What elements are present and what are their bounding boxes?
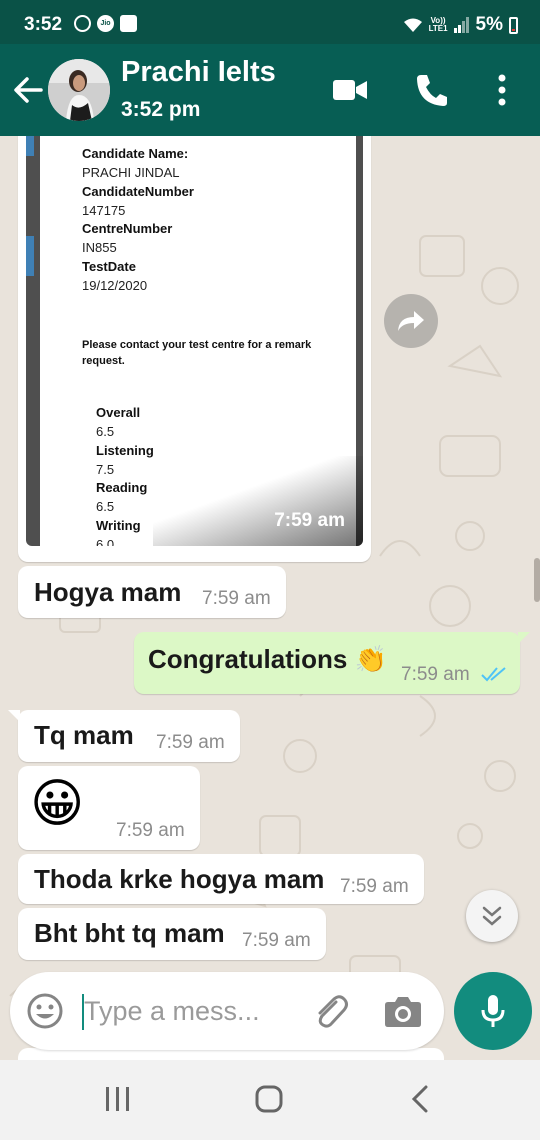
battery-icon bbox=[509, 16, 518, 34]
bubble-tail bbox=[518, 632, 530, 644]
doc-test-date-label: TestDate bbox=[82, 259, 136, 274]
more-options-icon[interactable] bbox=[488, 72, 516, 108]
doc-remark-note: Please contact your test centre for a re… bbox=[82, 339, 312, 367]
image-shade bbox=[153, 456, 363, 546]
message-bubble-outgoing[interactable]: Congratulations 👏 7:59 am bbox=[134, 632, 530, 694]
status-right: Vo)) LTE1 5% bbox=[403, 14, 518, 36]
battery-percent: 5% bbox=[475, 14, 503, 35]
message-bubble[interactable]: 😀 7:59 am bbox=[18, 766, 200, 850]
back-arrow-icon[interactable] bbox=[10, 72, 46, 108]
video-call-icon[interactable] bbox=[332, 76, 368, 104]
nav-back-icon[interactable] bbox=[408, 1085, 432, 1113]
grinning-face-emoji: 😀 bbox=[30, 775, 85, 833]
doc-candidate-name: PRACHI JINDAL bbox=[82, 165, 180, 180]
voice-call-icon[interactable] bbox=[414, 72, 448, 108]
double-chevron-down-icon bbox=[482, 906, 502, 926]
doc-centre-number: IN855 bbox=[82, 240, 117, 255]
jio-icon: Jio bbox=[97, 15, 114, 32]
message-bubble[interactable]: Tq mam 7:59 am bbox=[8, 710, 240, 762]
doc-sidebar-mark bbox=[26, 236, 34, 276]
message-text: Tq mam bbox=[34, 720, 134, 750]
last-seen: 3:52 pm bbox=[121, 98, 201, 121]
doc-overall-label: Overall bbox=[96, 405, 141, 420]
message-text: Thoda krke hogya mam bbox=[34, 864, 325, 894]
microphone-icon bbox=[481, 995, 505, 1027]
status-square-icon bbox=[120, 15, 137, 32]
chat-header: Prachi Ielts 3:52 pm bbox=[0, 44, 540, 136]
message-bubble[interactable]: Bht bht tq mam 7:59 am bbox=[18, 908, 326, 960]
message-composer bbox=[10, 972, 444, 1050]
doc-reading-score: 6.5 bbox=[96, 499, 115, 514]
doc-candidate-name-label: Candidate Name: bbox=[82, 146, 189, 161]
doc-writing-score: 6.0 bbox=[96, 537, 115, 546]
doc-candidate-number-label: CandidateNumber bbox=[82, 184, 194, 199]
forward-button[interactable] bbox=[384, 294, 438, 348]
message-time: 7:59 am bbox=[274, 510, 345, 531]
contact-name[interactable]: Prachi Ielts bbox=[121, 56, 276, 89]
read-receipt-icon bbox=[481, 667, 506, 682]
bubble-tail bbox=[8, 710, 20, 722]
scroll-to-bottom-button[interactable] bbox=[466, 890, 518, 942]
message-time: 7:59 am bbox=[340, 876, 409, 897]
doc-listening-score: 7.5 bbox=[96, 462, 115, 477]
avatar[interactable] bbox=[48, 59, 110, 121]
chat-area[interactable]: Candidate Name: PRACHI JINDAL CandidateN… bbox=[0, 136, 540, 1060]
wifi-icon bbox=[403, 18, 422, 32]
system-nav-bar bbox=[0, 1060, 540, 1140]
doc-listening-label: Listening bbox=[96, 443, 154, 458]
signal-icon bbox=[453, 17, 469, 33]
doc-candidate-number: 147175 bbox=[82, 203, 126, 218]
doc-centre-number-label: CentreNumber bbox=[82, 221, 173, 236]
result-image[interactable]: Candidate Name: PRACHI JINDAL CandidateN… bbox=[26, 136, 363, 546]
message-input[interactable] bbox=[84, 990, 284, 1032]
message-text: Hogya mam bbox=[34, 577, 182, 607]
scrollbar[interactable] bbox=[534, 558, 540, 602]
status-icons: Jio bbox=[74, 15, 137, 32]
volte-bottom: LTE1 bbox=[428, 24, 448, 33]
message-bubble[interactable]: Thoda krke hogya mam 7:59 am bbox=[18, 854, 424, 904]
status-time: 3:52 bbox=[24, 14, 63, 35]
doc-overall-score: 6.5 bbox=[96, 424, 115, 439]
doc-writing-label: Writing bbox=[96, 518, 141, 533]
message-time: 7:59 am bbox=[202, 588, 271, 609]
doc-reading-label: Reading bbox=[96, 480, 148, 495]
voice-message-button[interactable] bbox=[454, 972, 532, 1050]
message-text: Bht bht tq mam bbox=[34, 918, 225, 948]
forward-icon bbox=[398, 311, 424, 331]
camera-icon[interactable] bbox=[384, 994, 422, 1028]
message-text: Congratulations 👏 bbox=[148, 644, 387, 674]
recent-apps-icon[interactable] bbox=[104, 1086, 132, 1112]
doc-test-date: 19/12/2020 bbox=[82, 278, 148, 293]
message-time: 7:59 am bbox=[156, 732, 225, 753]
message-time: 7:59 am bbox=[116, 820, 185, 841]
status-bar: 3:52 Jio Vo)) LTE1 5% bbox=[0, 0, 540, 44]
doc-sidebar-mark bbox=[26, 136, 34, 156]
home-icon[interactable] bbox=[255, 1085, 283, 1113]
emoji-icon[interactable] bbox=[26, 992, 64, 1030]
image-message[interactable]: Candidate Name: PRACHI JINDAL CandidateN… bbox=[18, 136, 371, 562]
status-circle-icon bbox=[74, 15, 91, 32]
volte-indicator: Vo)) LTE1 bbox=[429, 17, 448, 33]
message-time: 7:59 am bbox=[242, 930, 311, 951]
avatar-photo bbox=[48, 59, 110, 121]
message-time: 7:59 am bbox=[401, 664, 470, 685]
message-bubble[interactable]: Hogya mam 7:59 am bbox=[18, 566, 286, 618]
attach-icon[interactable] bbox=[310, 992, 350, 1032]
